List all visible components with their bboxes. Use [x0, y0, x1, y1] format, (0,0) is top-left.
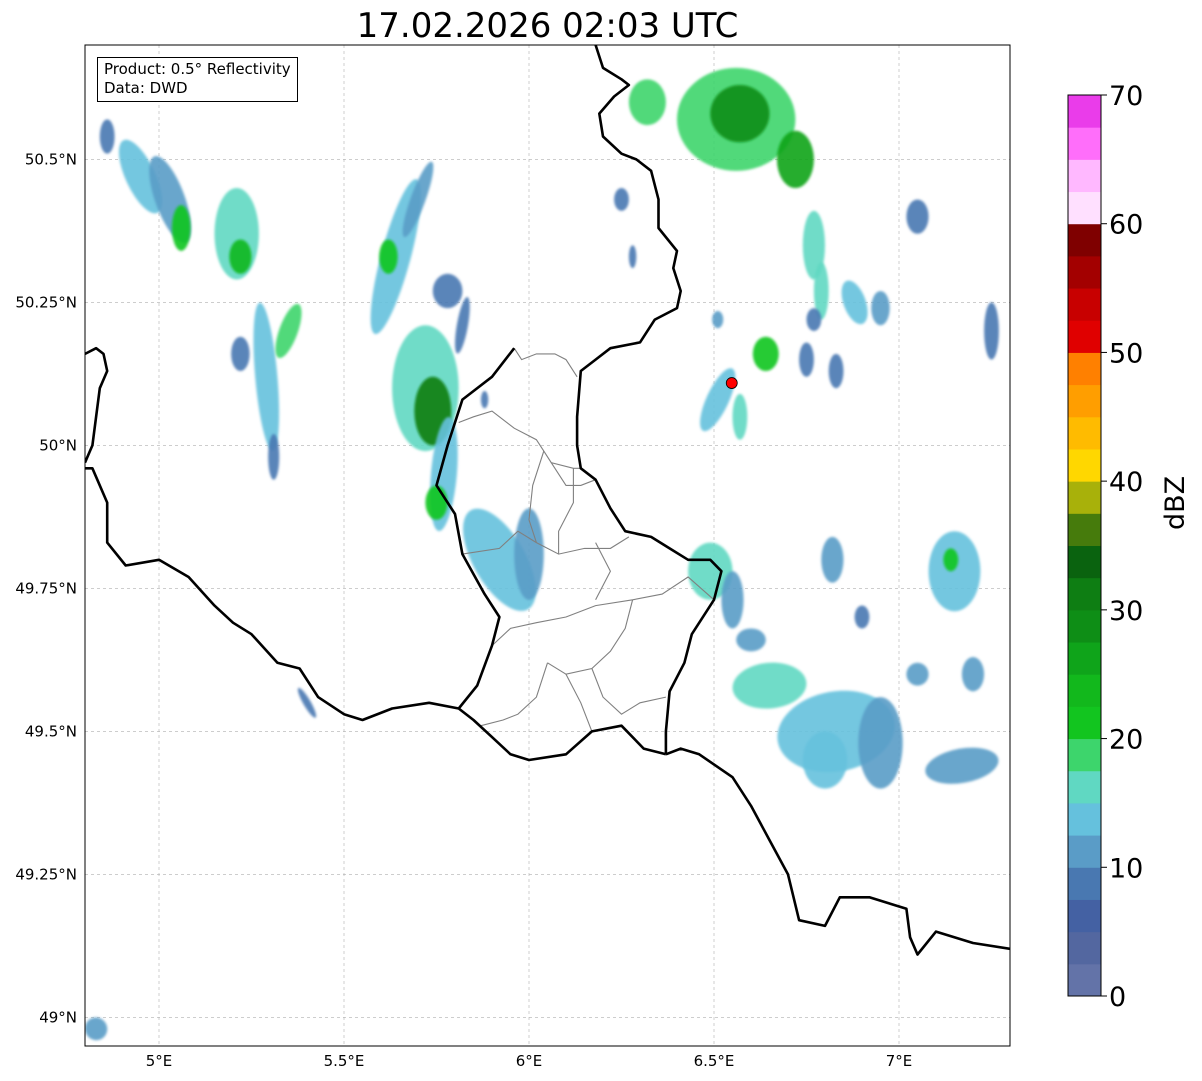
- echo-cell: [928, 531, 981, 612]
- echo-cell: [268, 433, 280, 480]
- colorbar-segment: [1068, 255, 1101, 289]
- colorbar-segment: [1068, 127, 1101, 160]
- echo-cell: [806, 308, 822, 331]
- y-tick-label: 50°N: [39, 436, 77, 454]
- colorbar-segment: [1068, 320, 1101, 353]
- echo-cell: [906, 199, 929, 234]
- colorbar-segment: [1068, 191, 1101, 225]
- echo-cell: [736, 628, 766, 652]
- colorbar-tick-label: 10: [1109, 853, 1143, 884]
- colorbar-segment: [1068, 223, 1101, 257]
- echo-cell: [752, 336, 779, 372]
- colorbar-segment: [1068, 642, 1101, 675]
- echo-cell: [614, 188, 629, 211]
- colorbar-tick-label: 60: [1109, 210, 1143, 241]
- echo-cell: [961, 657, 985, 692]
- echo-cell: [821, 536, 844, 583]
- colorbar-segment: [1068, 416, 1101, 450]
- colorbar-segment: [1068, 159, 1101, 193]
- colorbar-segment: [1068, 481, 1101, 514]
- colorbar-segment: [1068, 674, 1101, 707]
- colorbar-tick-label: 50: [1109, 338, 1143, 369]
- colorbar-segment: [1068, 384, 1101, 418]
- y-tick-label: 50.25°N: [15, 293, 77, 311]
- colorbar-segment: [1068, 770, 1101, 804]
- colorbar-segment: [1068, 738, 1101, 772]
- colorbar-tick-label: 70: [1109, 81, 1143, 112]
- echo-cell: [425, 485, 448, 520]
- x-tick-label: 5.5°E: [324, 1052, 365, 1070]
- echo-cell: [732, 393, 748, 440]
- x-tick-label: 5°E: [146, 1052, 173, 1070]
- y-tick-label: 50.5°N: [25, 150, 77, 168]
- echo-cell: [712, 310, 724, 329]
- echo-cell: [229, 239, 252, 274]
- echo-cell: [379, 239, 398, 274]
- echo-cell: [480, 391, 489, 409]
- colorbar-segment: [1068, 802, 1101, 836]
- colorbar-tick-label: 30: [1109, 596, 1143, 627]
- echo-cell: [906, 662, 929, 686]
- colorbar-segment: [1068, 963, 1101, 997]
- colorbar-segment: [1068, 352, 1101, 386]
- y-tick-label: 49.25°N: [15, 865, 77, 883]
- echo-cell: [171, 205, 191, 251]
- echo-cell: [854, 605, 870, 629]
- colorbar: [1067, 94, 1102, 997]
- echo-cell: [943, 548, 959, 572]
- info-box: Product: 0.5° Reflectivity Data: DWD: [97, 57, 298, 102]
- colorbar-segment: [1068, 448, 1101, 482]
- colorbar-segment: [1068, 931, 1101, 965]
- radar-site-marker: [725, 377, 738, 389]
- colorbar-segment: [1068, 513, 1101, 546]
- y-tick-label: 49.75°N: [15, 579, 77, 597]
- y-axis-ticks: 50.5°N 50.25°N 50°N 49.75°N 49.5°N 49.25°N 49°…: [15, 150, 77, 1026]
- colorbar-segment: [1068, 899, 1101, 933]
- echo-cell: [776, 130, 814, 188]
- echo-cell: [858, 697, 903, 789]
- colorbar-segment: [1068, 288, 1101, 321]
- echo-cell: [828, 353, 844, 389]
- colorbar-label: dBZ: [1160, 475, 1191, 530]
- colorbar-segment: [1068, 95, 1101, 128]
- y-tick-label: 49°N: [39, 1008, 77, 1026]
- echo-cell: [628, 245, 637, 269]
- echo-cell: [799, 342, 814, 377]
- echo-cell: [710, 85, 770, 143]
- echo-cell: [99, 119, 115, 154]
- x-tick-label: 6°E: [516, 1052, 543, 1070]
- colorbar-segment: [1068, 835, 1101, 868]
- map-background: [85, 45, 1010, 1046]
- colorbar-tick-label: 20: [1109, 725, 1143, 756]
- echo-cell: [432, 273, 463, 309]
- echo-cell: [984, 302, 999, 360]
- x-tick-label: 7°E: [886, 1052, 913, 1070]
- echo-cell: [721, 571, 744, 629]
- x-axis-ticks: 5°E 5.5°E 6°E 6.5°E 7°E: [146, 1052, 913, 1070]
- colorbar-tick-label: 0: [1109, 982, 1126, 1013]
- echo-cell: [628, 79, 666, 126]
- colorbar-segment: [1068, 706, 1101, 740]
- colorbar-segment: [1068, 545, 1101, 579]
- radar-map-figure: 5°E 5.5°E 6°E 6.5°E 7°E 50.5°N 50.25°N 50°N 49.…: [15, 44, 1143, 1070]
- radar-site-dot: [725, 377, 738, 389]
- colorbar-tick-label: 40: [1109, 467, 1143, 498]
- colorbar-ticks: 0 10 20 30 40 50 60 70: [1101, 81, 1143, 1013]
- data-source-label: Data: DWD: [104, 79, 188, 97]
- colorbar-segment: [1068, 577, 1101, 611]
- colorbar-segment: [1068, 867, 1101, 900]
- echo-cell: [871, 290, 890, 326]
- colorbar-segment: [1068, 609, 1101, 643]
- echo-cell: [802, 731, 848, 789]
- product-label: Product: 0.5° Reflectivity: [104, 60, 291, 78]
- echo-cell: [231, 336, 250, 372]
- x-tick-label: 6.5°E: [694, 1052, 735, 1070]
- y-tick-label: 49.5°N: [25, 722, 77, 740]
- echo-cell: [514, 508, 544, 600]
